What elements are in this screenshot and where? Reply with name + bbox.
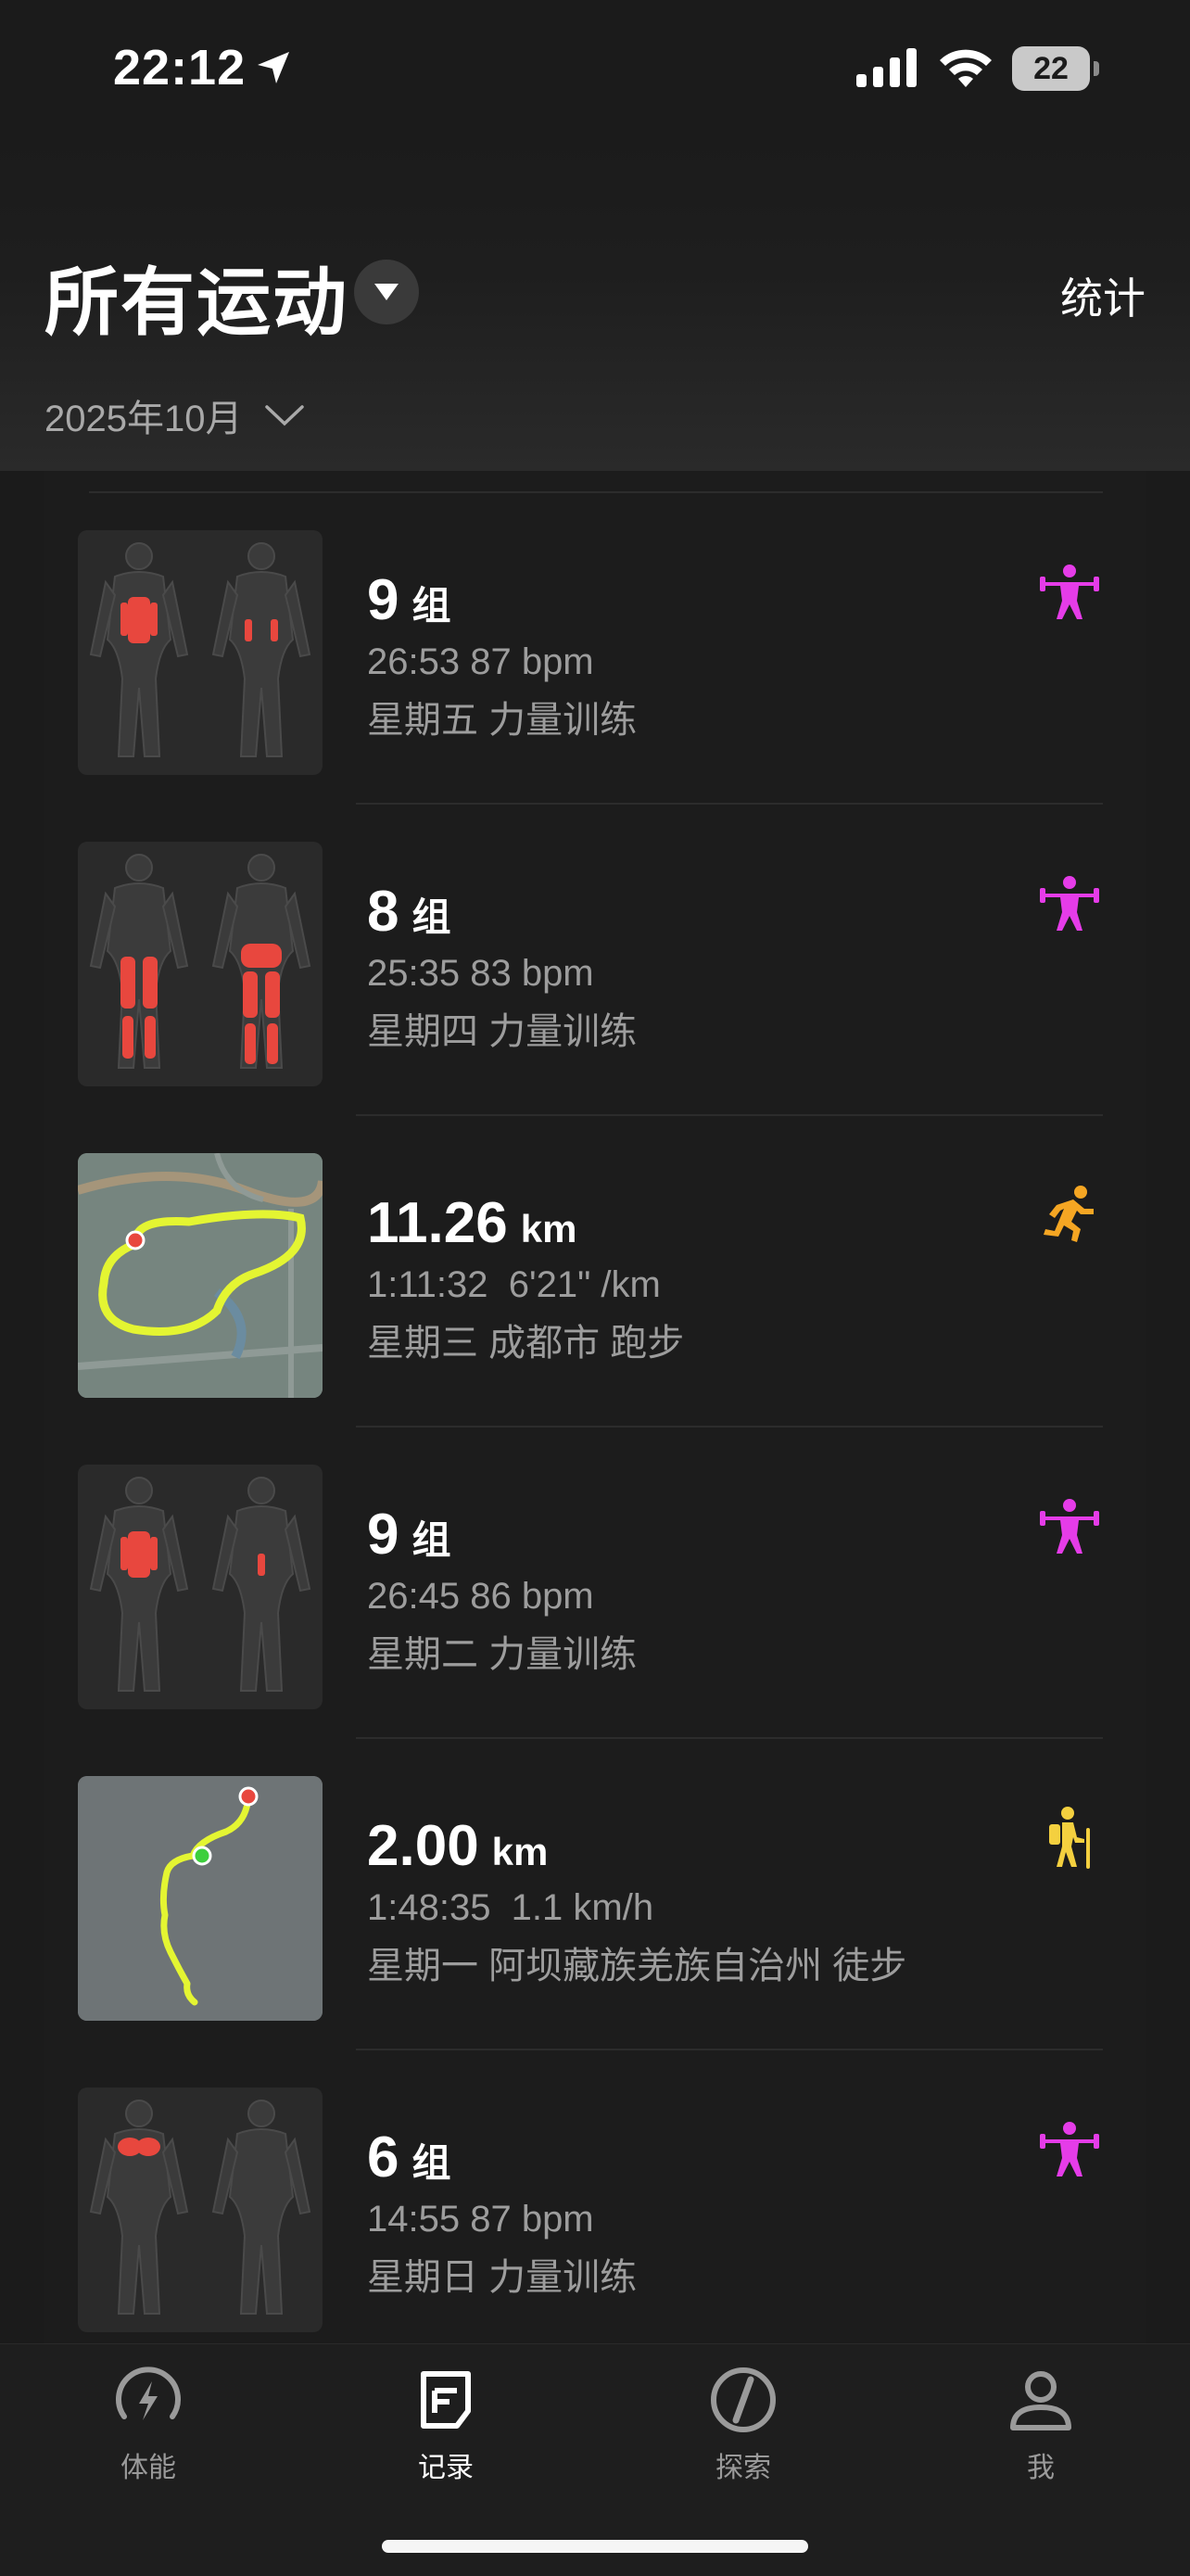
activity-day-type: 星期一 阿坝藏族羌族自治州 徒步	[367, 1946, 907, 1986]
primary-unit: km	[520, 1207, 577, 1250]
sport-filter-dropdown-button[interactable]	[354, 260, 419, 324]
tab-explore[interactable]: 探索	[669, 2363, 817, 2502]
stats-button[interactable]: 统计	[1060, 265, 1146, 326]
tab-label: 体能	[120, 2453, 176, 2483]
muscle-map-thumbnail	[78, 842, 323, 1086]
primary-unit: 组	[411, 895, 451, 939]
hiker-icon	[1049, 1807, 1090, 1869]
tab-records[interactable]: 记录	[372, 2363, 520, 2502]
activity-stats: 26:53 87 bpm	[367, 641, 594, 682]
primary-unit: km	[491, 1830, 549, 1873]
runner-icon	[1044, 1186, 1094, 1242]
activity-row[interactable]: 2.00 km 1:48:35 1.1 km/h 星期一 阿坝藏族羌族自治州 徒…	[44, 1739, 1146, 2050]
header: 所有运动 统计 2025年10月	[0, 139, 1190, 471]
activity-row[interactable]: 9 组 26:53 87 bpm 星期五 力量训练	[44, 493, 1146, 805]
primary-unit: 组	[411, 584, 451, 628]
primary-value: 11.26	[367, 1191, 508, 1255]
tab-label: 记录	[418, 2453, 474, 2483]
chevron-down-icon	[265, 405, 305, 426]
activity-primary: 8 组	[367, 879, 451, 944]
primary-value: 9	[367, 1503, 399, 1567]
activity-primary: 9 组	[367, 1502, 451, 1567]
location-arrow-icon	[258, 52, 289, 83]
activity-list[interactable]: 9 组 26:53 87 bpm 星期五 力量训练 8 组 25:35 83 b…	[44, 471, 1146, 2343]
muscle-map-thumbnail	[78, 1465, 323, 1709]
battery-cap	[1094, 61, 1099, 76]
activity-stats: 14:55 87 bpm	[367, 2199, 594, 2240]
muscle-map-thumbnail	[78, 530, 323, 775]
activity-primary: 2.00 km	[367, 1813, 548, 1878]
activity-row[interactable]: 11.26 km 1:11:32 6'21" /km 星期三 成都市 跑步	[44, 1116, 1146, 1428]
activity-row[interactable]: 9 组 26:45 86 bpm 星期二 力量训练	[44, 1428, 1146, 1739]
month-label: 2025年10月	[44, 399, 243, 439]
tab-fitness[interactable]: 体能	[74, 2363, 222, 2502]
weightlifter-icon	[1040, 876, 1099, 931]
wifi-icon	[940, 49, 992, 87]
weightlifter-icon	[1040, 1499, 1099, 1554]
weightlifter-icon	[1040, 2122, 1099, 2176]
primary-value: 2.00	[367, 1814, 479, 1878]
fitness-bolt-icon	[116, 2367, 181, 2420]
profile-icon	[1010, 2371, 1071, 2430]
activity-stats: 25:35 83 bpm	[367, 953, 594, 994]
activity-day-type: 星期五 力量训练	[367, 700, 638, 741]
activity-day-type: 星期三 成都市 跑步	[367, 1323, 685, 1364]
weightlifter-icon	[1040, 565, 1099, 619]
primary-value: 8	[367, 880, 399, 944]
month-selector[interactable]: 2025年10月	[44, 389, 305, 441]
activity-stats: 1:11:32 6'21" /km	[367, 1264, 661, 1305]
activity-primary: 9 组	[367, 567, 451, 632]
activity-row[interactable]: 8 组 25:35 83 bpm 星期四 力量训练	[44, 805, 1146, 1116]
activity-primary: 11.26 km	[367, 1190, 576, 1255]
status-time: 22:12	[113, 40, 247, 95]
route-map-thumbnail	[78, 1776, 323, 2021]
activity-day-type: 星期二 力量训练	[367, 1634, 638, 1675]
status-bar: 22:12 22	[0, 0, 1190, 139]
explore-compass-icon	[711, 2367, 776, 2432]
primary-value: 6	[367, 2126, 399, 2189]
primary-unit: 组	[411, 2141, 451, 2185]
caret-down-icon	[374, 284, 399, 300]
tab-me[interactable]: 我	[967, 2363, 1115, 2502]
cellular-signal-icon	[856, 48, 917, 87]
primary-value: 9	[367, 568, 399, 632]
activity-stats: 26:45 86 bpm	[367, 1576, 594, 1617]
tab-label: 探索	[715, 2453, 771, 2483]
activity-day-type: 星期四 力量训练	[367, 1011, 638, 1052]
tab-label: 我	[1027, 2453, 1055, 2483]
route-map-thumbnail	[78, 1153, 323, 1398]
activity-stats: 1:48:35 1.1 km/h	[367, 1887, 654, 1928]
home-indicator[interactable]	[382, 2540, 808, 2553]
activity-day-type: 星期日 力量训练	[367, 2257, 638, 2298]
battery-indicator: 22	[1012, 46, 1101, 91]
page-title[interactable]: 所有运动	[44, 243, 348, 350]
records-icon	[421, 2371, 471, 2429]
battery-level: 22	[1012, 46, 1090, 91]
activity-row[interactable]: 6 组 14:55 87 bpm 星期日 力量训练	[44, 2050, 1146, 2343]
muscle-map-thumbnail	[78, 2087, 323, 2332]
activity-primary: 6 组	[367, 2125, 451, 2189]
primary-unit: 组	[411, 1518, 451, 1562]
